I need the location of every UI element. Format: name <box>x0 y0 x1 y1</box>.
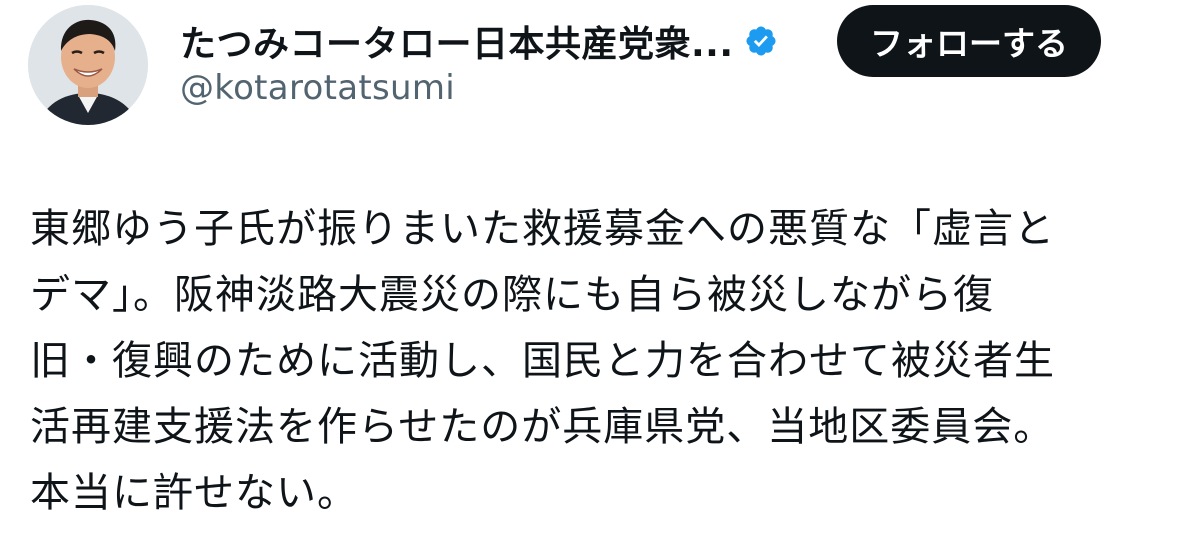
author-name-row: たつみコータロー日本共産党衆... <box>180 14 778 68</box>
tweet-text-line: 本当に許せない。 <box>30 470 358 516</box>
author-handle[interactable]: @kotarotatsumi <box>180 68 455 108</box>
tweet-card: たつみコータロー日本共産党衆... @kotarotatsumi フォローする … <box>0 0 1179 542</box>
verified-badge-icon <box>744 24 778 58</box>
tweet-text-line: 旧・復興のために活動し、国民と力を合わせて被災者生 <box>30 338 1055 384</box>
profile-photo-icon <box>28 5 148 125</box>
tweet-text-line: 東郷ゆう子氏が振りまいた救援募金への悪質な「虚言と <box>30 206 1055 252</box>
author-display-name[interactable]: たつみコータロー日本共産党衆... <box>180 15 734 67</box>
tweet-header: たつみコータロー日本共産党衆... @kotarotatsumi フォローする <box>0 0 1179 140</box>
tweet-text: 東郷ゆう子氏が振りまいた救援募金への悪質な「虚言と デマ」。阪神淡路大震災の際に… <box>30 196 1170 526</box>
follow-button[interactable]: フォローする <box>837 5 1101 77</box>
tweet-text-line: デマ」。阪神淡路大震災の際にも自ら被災しながら復 <box>30 272 994 318</box>
author-avatar[interactable] <box>28 5 148 125</box>
tweet-text-line: 活再建支援法を作らせたのが兵庫県党、当地区委員会。 <box>30 404 1055 450</box>
